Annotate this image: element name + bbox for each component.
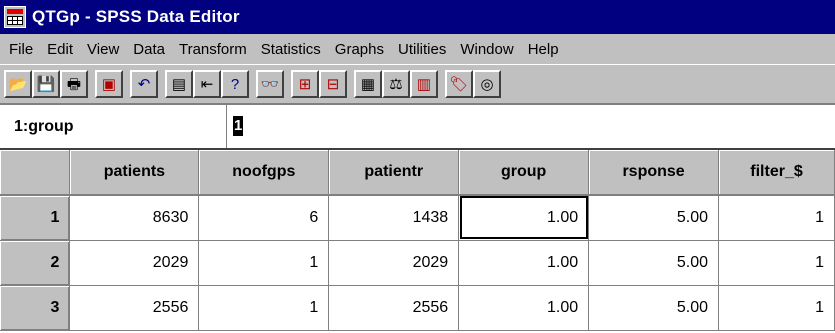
column-header[interactable]: rsponse [588,150,720,196]
cell-reference: 1:group [14,118,74,135]
column-header-row: patients noofgps patientr group rsponse … [0,150,835,196]
data-cell[interactable]: 2029 [328,240,460,286]
variables-info-icon[interactable]: ? [221,70,249,98]
menu-help[interactable]: Help [521,41,566,58]
split-file-icon[interactable]: ▦ [354,70,382,98]
data-cell[interactable]: 1 [198,285,330,331]
window-title: QTGp - SPSS Data Editor [32,7,240,26]
row-header[interactable]: 1 [0,195,71,241]
insert-case-icon[interactable]: ⊞ [291,70,319,98]
goto-case-icon[interactable]: ⇤ [193,70,221,98]
menu-edit[interactable]: Edit [40,41,80,58]
column-header[interactable]: filter_$ [718,150,835,196]
table-row: 2 2029 1 2029 1.00 5.00 1 [0,240,835,286]
find-binoculars-icon[interactable]: 👓 [256,70,284,98]
row-header[interactable]: 2 [0,240,71,286]
save-disk-icon[interactable]: 💾 [32,70,60,98]
goto-chart-icon[interactable]: ▤ [165,70,193,98]
title-bar: QTGp - SPSS Data Editor [0,0,835,34]
menu-graphs[interactable]: Graphs [328,41,391,58]
menu-transform[interactable]: Transform [172,41,254,58]
data-cell[interactable]: 5.00 [588,195,720,241]
data-cell[interactable]: 2029 [69,240,200,286]
cell-editor-divider [226,105,227,148]
data-cell[interactable]: 1.00 [458,285,590,331]
use-sets-icon[interactable]: ◎ [473,70,501,98]
row-header[interactable]: 3 [0,285,71,331]
column-header[interactable]: group [458,150,590,196]
data-cell[interactable]: 5.00 [588,240,720,286]
data-cell[interactable]: 5.00 [588,285,720,331]
table-row: 1 8630 6 1438 1.00 5.00 1 [0,195,835,241]
data-cell[interactable]: 6 [198,195,330,241]
grid-corner[interactable] [0,150,71,196]
data-cell[interactable]: 1 [718,285,835,331]
menu-file[interactable]: File [2,41,40,58]
weight-cases-icon[interactable]: ⚖ [382,70,410,98]
value-labels-icon[interactable]: 🏷 [445,70,473,98]
column-header[interactable]: patientr [328,150,460,196]
toolbar: 📂 💾 🖶 ▣ ↶ ▤ ⇤ ? 👓 ⊞ ⊟ ▦ ⚖ ▥ 🏷 ◎ [0,64,835,104]
data-cell[interactable]: 2556 [328,285,460,331]
dialog-recall-icon[interactable]: ▣ [95,70,123,98]
table-row: 3 2556 1 2556 1.00 5.00 1 [0,285,835,331]
menu-utilities[interactable]: Utilities [391,41,453,58]
menu-window[interactable]: Window [453,41,520,58]
cell-value-input[interactable]: 1 [233,116,244,136]
menu-bar: File Edit View Data Transform Statistics… [0,34,835,64]
menu-view[interactable]: View [80,41,126,58]
column-header[interactable]: noofgps [198,150,330,196]
active-data-cell[interactable]: 1.00 [458,195,590,241]
cell-editor-bar: 1:group 1 [0,104,835,150]
column-header[interactable]: patients [69,150,200,196]
menu-statistics[interactable]: Statistics [254,41,328,58]
open-folder-icon[interactable]: 📂 [4,70,32,98]
data-cell[interactable]: 1.00 [458,240,590,286]
insert-variable-icon[interactable]: ⊟ [319,70,347,98]
data-cell[interactable]: 8630 [69,195,200,241]
data-cell[interactable]: 1 [198,240,330,286]
undo-icon[interactable]: ↶ [130,70,158,98]
data-cell[interactable]: 2556 [69,285,200,331]
data-cell[interactable]: 1 [718,240,835,286]
data-cell[interactable]: 1438 [328,195,460,241]
spreadsheet-icon[interactable] [4,6,26,28]
menu-data[interactable]: Data [126,41,172,58]
data-cell[interactable]: 1 [718,195,835,241]
data-grid: patients noofgps patientr group rsponse … [0,150,835,331]
print-icon[interactable]: 🖶 [60,70,88,98]
select-cases-icon[interactable]: ▥ [410,70,438,98]
